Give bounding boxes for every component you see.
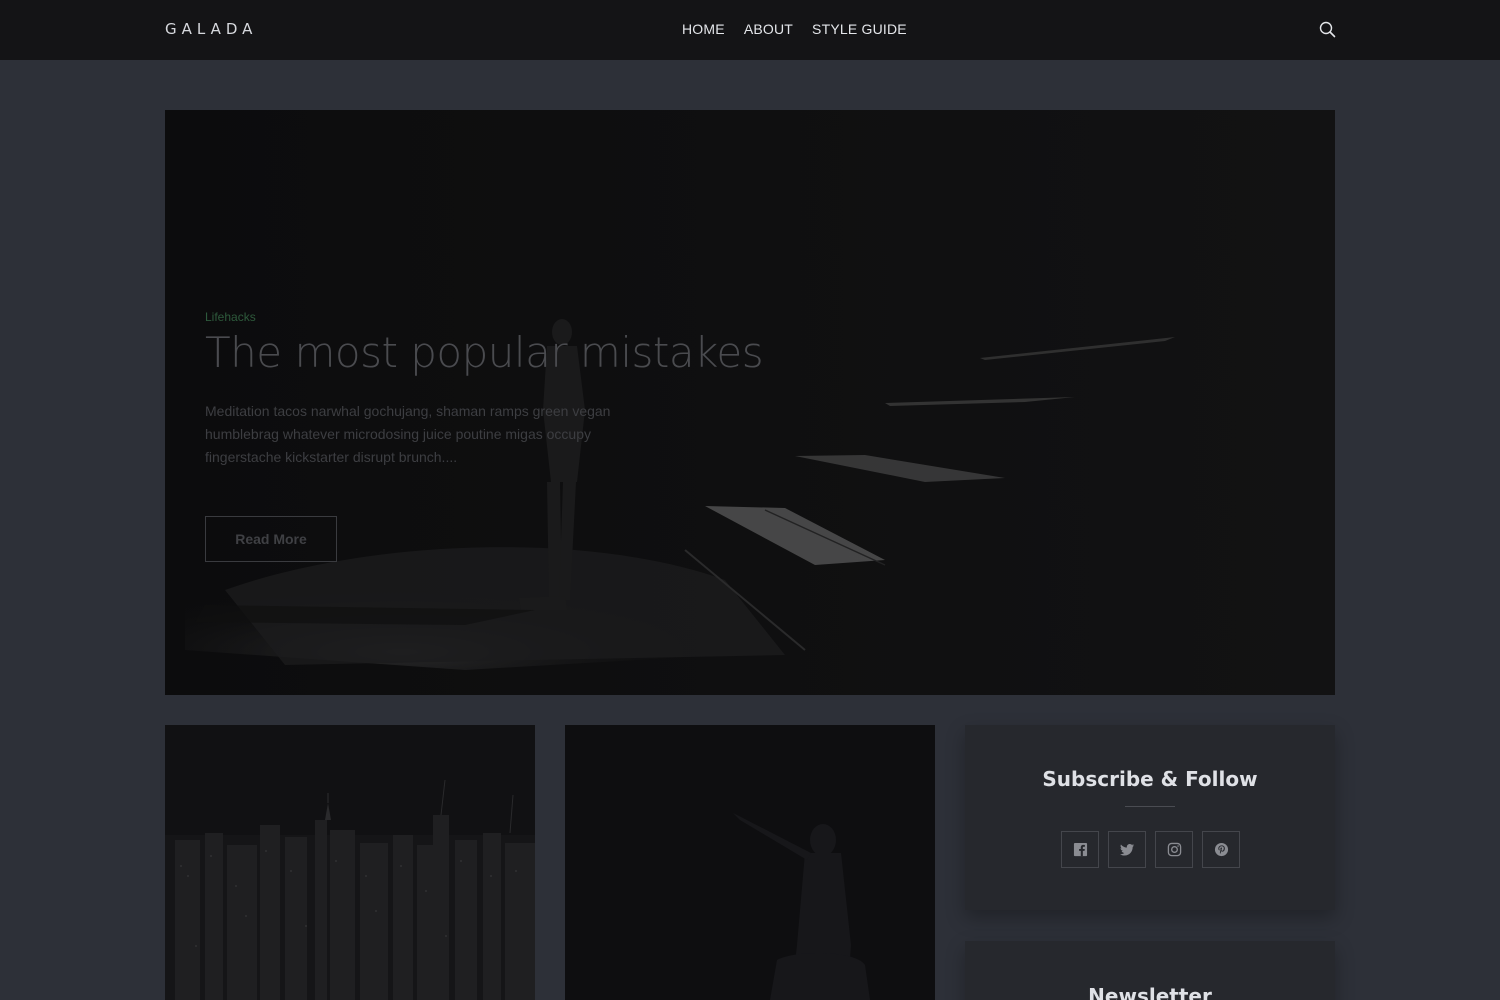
main-nav: HOME ABOUT STYLE GUIDE	[682, 21, 907, 37]
post-category[interactable]: Lifehacks	[205, 310, 825, 324]
featured-post-content: Lifehacks The most popular mistakes Medi…	[205, 310, 825, 469]
nav-style-guide[interactable]: STYLE GUIDE	[812, 21, 907, 37]
post-title[interactable]: The most popular mistakes	[205, 329, 825, 376]
nav-about[interactable]: ABOUT	[744, 21, 793, 37]
facebook-icon[interactable]	[1061, 831, 1099, 868]
search-icon[interactable]	[1319, 21, 1336, 38]
site-logo[interactable]: GALADA	[165, 20, 257, 38]
subscribe-follow-widget: Subscribe & Follow	[965, 725, 1335, 910]
newsletter-widget: Newsletter	[965, 941, 1335, 1000]
post-excerpt: Meditation tacos narwhal gochujang, sham…	[205, 403, 611, 466]
pinterest-icon[interactable]	[1202, 831, 1240, 868]
top-navbar: GALADA HOME ABOUT STYLE GUIDE	[0, 0, 1500, 60]
widget-title: Subscribe & Follow	[1042, 767, 1258, 791]
social-links	[1061, 831, 1240, 868]
nav-home[interactable]: HOME	[682, 21, 725, 37]
read-more-button[interactable]: Read More	[205, 516, 337, 562]
widget-title: Newsletter	[1088, 984, 1212, 1000]
featured-post[interactable]: Lifehacks The most popular mistakes Medi…	[165, 110, 1335, 695]
title-divider	[1125, 806, 1175, 807]
post-card[interactable]	[565, 725, 935, 1000]
twitter-icon[interactable]	[1108, 831, 1146, 868]
instagram-icon[interactable]	[1155, 831, 1193, 868]
post-card-image	[565, 725, 935, 1000]
post-card[interactable]	[165, 725, 535, 1000]
post-card-image	[165, 725, 535, 1000]
